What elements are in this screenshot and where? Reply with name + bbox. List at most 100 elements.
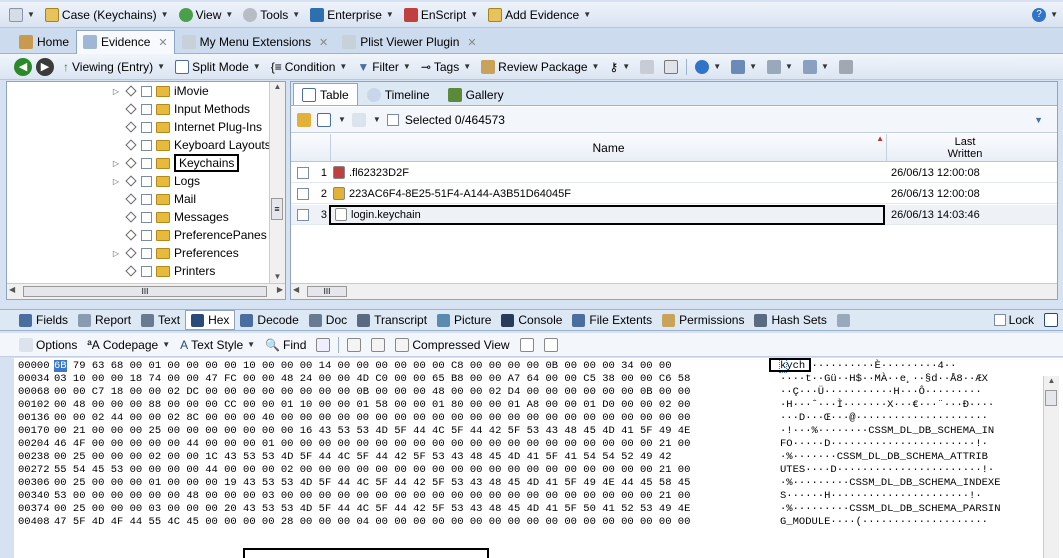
lock-toggle[interactable]: Lock bbox=[989, 310, 1039, 330]
tree-vertical-scrollbar[interactable]: ▲ ≡ ▼ bbox=[269, 82, 285, 284]
tree-item-checkbox[interactable] bbox=[141, 265, 152, 277]
table-row[interactable]: 3 login.keychain 26/06/13 14:03:46 bbox=[291, 204, 1057, 225]
forward-button[interactable]: ▶ bbox=[36, 57, 54, 76]
tree-item-checkbox[interactable] bbox=[141, 211, 152, 223]
selector-diamond-icon[interactable] bbox=[125, 229, 137, 241]
selector-diamond-icon[interactable] bbox=[125, 121, 137, 133]
tab-fields[interactable]: Fields bbox=[14, 310, 73, 330]
compressed-view-button[interactable]: Compressed View bbox=[390, 335, 514, 355]
scroll-up-icon[interactable]: ▲ bbox=[270, 82, 285, 94]
tab-table[interactable]: Table bbox=[293, 83, 358, 105]
close-icon[interactable]: ✕ bbox=[158, 36, 167, 49]
hex-row[interactable]: 00000 6B 79 63 68 00 01 00 00 00 00 10 00… bbox=[14, 359, 1044, 373]
case-menu[interactable]: Case (Keychains) ▼ bbox=[40, 5, 174, 25]
tree-item-checkbox[interactable] bbox=[141, 175, 152, 187]
tree-item[interactable]: ▷ Logs bbox=[111, 172, 200, 190]
scroll-right-icon[interactable]: ▶ bbox=[277, 285, 283, 294]
sort-icon[interactable] bbox=[351, 112, 366, 127]
hierarchy-button[interactable]: ▼ bbox=[726, 57, 762, 77]
scroll-thumb[interactable]: ≡ bbox=[271, 198, 283, 220]
tab-hash-sets[interactable]: Hash Sets bbox=[749, 310, 831, 330]
expand-icon[interactable]: ▷ bbox=[111, 177, 121, 186]
hex-vertical-scrollbar[interactable]: ▲ bbox=[1043, 376, 1059, 558]
review-package-dropdown[interactable]: Review Package ▼ bbox=[476, 57, 604, 77]
tree-item[interactable]: Keyboard Layouts bbox=[111, 136, 271, 154]
bookmark-button[interactable] bbox=[366, 335, 390, 355]
window-menu-button[interactable]: ▼ bbox=[4, 5, 40, 25]
page-button[interactable] bbox=[539, 335, 563, 355]
hex-row[interactable]: 00034 03 10 00 00 18 74 00 00 47 FC 00 00… bbox=[14, 373, 1044, 386]
view-menu[interactable]: View ▼ bbox=[174, 5, 239, 25]
hex-row[interactable]: 00238 00 25 00 00 00 02 00 00 1C 43 53 53… bbox=[14, 451, 1044, 464]
help-button[interactable]: ? ▼ bbox=[1027, 5, 1063, 25]
hex-row[interactable]: 00306 00 25 00 00 00 01 00 00 00 19 43 53… bbox=[14, 477, 1044, 490]
tab-decode[interactable]: Decode bbox=[235, 310, 303, 330]
selector-diamond-icon[interactable] bbox=[125, 157, 137, 169]
tree-item[interactable]: Printers bbox=[111, 262, 215, 280]
selector-diamond-icon[interactable] bbox=[125, 193, 137, 205]
tree-item[interactable]: ▷ iMovie bbox=[111, 82, 209, 100]
key-button[interactable]: ⚷ ▼ bbox=[604, 57, 635, 77]
tab-my-menu-extensions[interactable]: My Menu Extensions ✕ bbox=[175, 30, 336, 54]
new-page-button[interactable] bbox=[515, 335, 539, 355]
tab-transcript[interactable]: Transcript bbox=[352, 310, 432, 330]
tab-permissions[interactable]: Permissions bbox=[657, 310, 749, 330]
tree-item-checkbox[interactable] bbox=[141, 157, 152, 169]
scroll-left-icon[interactable]: ◀ bbox=[9, 285, 15, 294]
lock-checkbox[interactable] bbox=[993, 314, 1006, 326]
tab-text[interactable]: Text bbox=[136, 310, 185, 330]
text-style-dropdown[interactable]: A Text Style ▼ bbox=[175, 335, 260, 355]
hex-row[interactable]: 00340 53 00 00 00 00 00 00 48 00 00 00 03… bbox=[14, 490, 1044, 503]
list-button[interactable]: ▼ bbox=[762, 57, 798, 77]
hex-row[interactable]: 00068 00 00 C7 18 00 00 02 DC 00 00 00 00… bbox=[14, 386, 1044, 399]
tree-item-checkbox[interactable] bbox=[141, 247, 152, 259]
row-checkbox[interactable] bbox=[297, 209, 309, 221]
select-all-checkbox[interactable] bbox=[386, 113, 399, 126]
export-hex-button[interactable] bbox=[342, 335, 366, 355]
tab-plist-viewer[interactable]: Plist Viewer Plugin ✕ bbox=[335, 30, 483, 54]
scroll-thumb[interactable]: III bbox=[23, 286, 267, 297]
column-header-name[interactable]: Name ▲ bbox=[331, 134, 887, 162]
close-icon[interactable]: ✕ bbox=[319, 36, 328, 49]
expand-icon[interactable]: ▷ bbox=[111, 159, 121, 168]
tag-green-icon[interactable] bbox=[297, 112, 311, 127]
selector-diamond-icon[interactable] bbox=[125, 85, 137, 97]
chart-button[interactable]: ▼ bbox=[798, 57, 834, 77]
back-button[interactable]: ◀ bbox=[14, 57, 32, 76]
table-row[interactable]: 2 223AC6F4-8E25-51F4-A144-A3B51D64045F 26/… bbox=[291, 184, 1057, 204]
row-checkbox[interactable] bbox=[297, 167, 309, 179]
table-horizontal-scrollbar[interactable]: ◀ III bbox=[291, 283, 1057, 299]
selected-byte[interactable]: 6B bbox=[54, 360, 67, 372]
tab-timeline[interactable]: Timeline bbox=[358, 83, 439, 105]
filter-dropdown[interactable]: ▼ Filter ▼ bbox=[352, 57, 415, 77]
tree-item[interactable]: Mail bbox=[111, 190, 196, 208]
hex-row[interactable]: 00272 55 54 45 53 00 00 00 00 44 00 00 00… bbox=[14, 464, 1044, 477]
selector-diamond-icon[interactable] bbox=[125, 175, 137, 187]
hex-row[interactable]: 00170 00 21 00 00 00 25 00 00 00 00 00 00… bbox=[14, 425, 1044, 438]
tree-item-checkbox[interactable] bbox=[141, 229, 152, 241]
table-options-chevron-icon[interactable]: ▼ bbox=[1034, 115, 1043, 125]
scroll-thumb[interactable] bbox=[1045, 390, 1057, 406]
find-button[interactable]: 🔍 Find bbox=[260, 335, 311, 355]
close-icon[interactable]: ✕ bbox=[467, 36, 476, 49]
enscript-menu[interactable]: EnScript ▼ bbox=[399, 5, 483, 25]
tree-item[interactable]: ▷ Preferences bbox=[111, 244, 239, 262]
hex-row[interactable]: 00204 46 4F 00 00 00 00 00 44 00 00 00 01… bbox=[14, 438, 1044, 451]
options-button[interactable]: Options bbox=[14, 335, 82, 355]
tab-home[interactable]: Home bbox=[12, 30, 76, 54]
export-button[interactable] bbox=[659, 57, 683, 77]
tree-item[interactable]: Internet Plug-Ins bbox=[111, 118, 262, 136]
expand-icon[interactable]: ▷ bbox=[111, 87, 121, 96]
restore-pane-button[interactable] bbox=[1039, 310, 1063, 330]
tree-item[interactable]: Input Methods bbox=[111, 100, 250, 118]
hex-row[interactable]: 00408 47 5F 4D 4F 44 55 4C 45 00 00 00 00… bbox=[14, 516, 1044, 529]
hex-row[interactable]: 00102 00 48 00 00 00 88 00 00 00 CC 00 00… bbox=[14, 399, 1044, 412]
selector-diamond-icon[interactable] bbox=[125, 139, 137, 151]
copy-button[interactable] bbox=[311, 335, 335, 355]
tree-item[interactable]: ▷ Keychains bbox=[111, 154, 240, 172]
tree-horizontal-scrollbar[interactable]: ◀ III ▶ bbox=[7, 283, 285, 299]
hex-view[interactable]: 00000 6B 79 63 68 00 01 00 00 00 00 10 00… bbox=[14, 358, 1063, 558]
tab-doc[interactable]: Doc bbox=[304, 310, 352, 330]
settings-button[interactable] bbox=[834, 57, 858, 77]
eraser-button[interactable] bbox=[635, 57, 659, 77]
